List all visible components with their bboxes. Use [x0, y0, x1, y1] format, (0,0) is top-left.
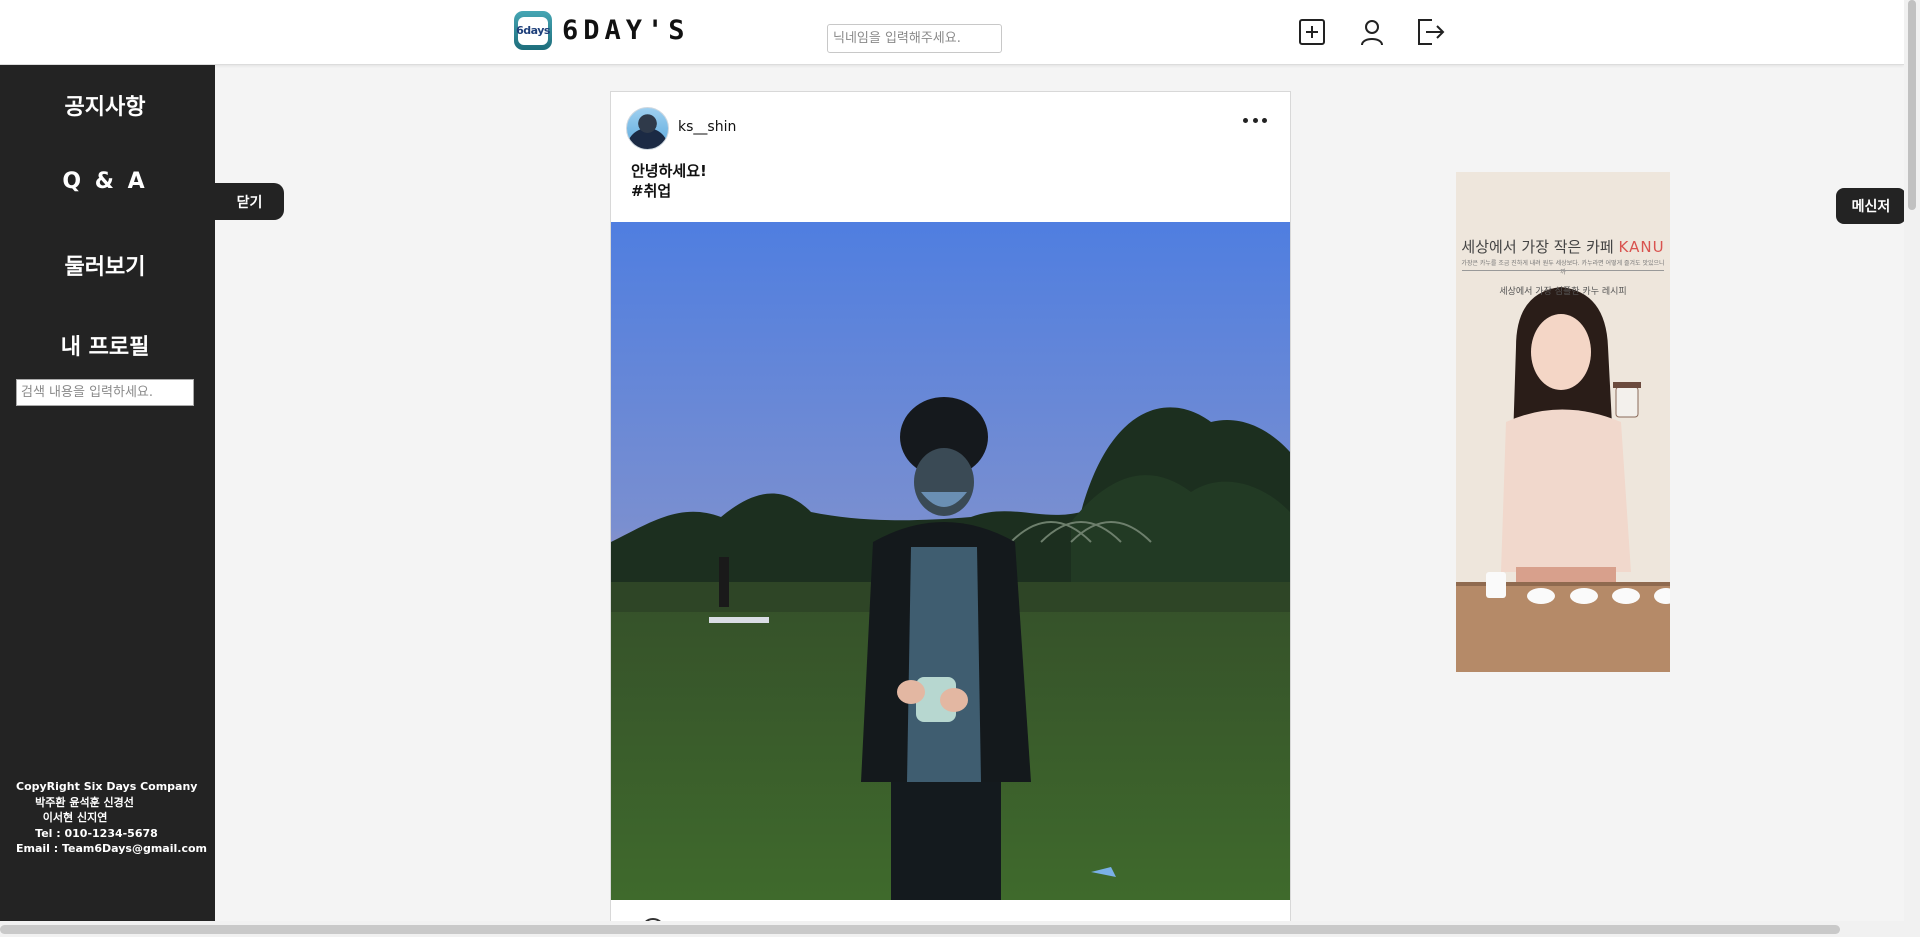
avatar[interactable]	[626, 107, 669, 150]
post-card: ks__shin 안녕하세요! #취업	[610, 91, 1291, 937]
sidebar-item-explore[interactable]: 둘러보기	[0, 249, 210, 281]
logo-text: 6DAY'S	[562, 15, 690, 46]
profile-icon[interactable]	[1356, 16, 1388, 48]
post-photo[interactable]	[611, 222, 1290, 900]
ad-title: 세상에서 가장 작은 카페 KANU	[1456, 236, 1670, 257]
more-options-icon[interactable]	[1243, 114, 1267, 126]
ad-title-text: 세상에서 가장 작은 카페	[1461, 238, 1614, 256]
top-header: 6days 6DAY'S	[0, 0, 1904, 65]
sidebar-item-notice[interactable]: 공지사항	[0, 89, 210, 121]
post-username[interactable]: ks__shin	[678, 119, 736, 135]
caption-text: 안녕하세요!	[631, 162, 707, 180]
vertical-scrollbar[interactable]	[1904, 0, 1920, 937]
post-caption: 안녕하세요! #취업	[631, 161, 707, 201]
sidebar-item-my-profile[interactable]: 내 프로필	[0, 329, 210, 361]
sidebar: 공지사항 Q & A 둘러보기 내 프로필 CopyRight Six Days…	[0, 65, 215, 937]
logo-badge-text: 6days	[516, 16, 550, 45]
advertisement-banner[interactable]: 세상에서 가장 작은 카페 KANU 가장은 카누를 조금 진하게 내려 원두 …	[1456, 172, 1670, 672]
sidebar-footer-info: CopyRight Six Days Company 박주환 윤석훈 신경선 이…	[16, 780, 207, 855]
sidebar-search-input[interactable]	[16, 379, 194, 406]
sidebar-item-qna[interactable]: Q & A	[0, 169, 210, 194]
logo-badge: 6days	[514, 11, 552, 50]
horizontal-scrollbar[interactable]	[0, 921, 1904, 937]
ad-divider	[1462, 270, 1664, 271]
nickname-search-input[interactable]	[827, 24, 1002, 53]
close-sidebar-button[interactable]: 닫기	[215, 183, 284, 220]
horizontal-scroll-thumb[interactable]	[0, 925, 1840, 934]
logo[interactable]: 6days 6DAY'S	[514, 11, 690, 50]
messenger-button[interactable]: 메신저	[1836, 188, 1906, 224]
add-post-icon[interactable]	[1296, 16, 1328, 48]
vertical-scroll-thumb[interactable]	[1908, 0, 1916, 210]
ad-brand: KANU	[1618, 238, 1665, 256]
logout-icon[interactable]	[1415, 16, 1447, 48]
caption-hashtag[interactable]: #취업	[631, 181, 707, 201]
ad-subtitle: 가장은 카누를 조금 진하게 내려 원두 세상보다. 카누라면 어떻게 즐겨도 …	[1461, 260, 1665, 276]
ad-tagline: 세상에서 가장 심플한 카누 레시피	[1499, 287, 1627, 297]
